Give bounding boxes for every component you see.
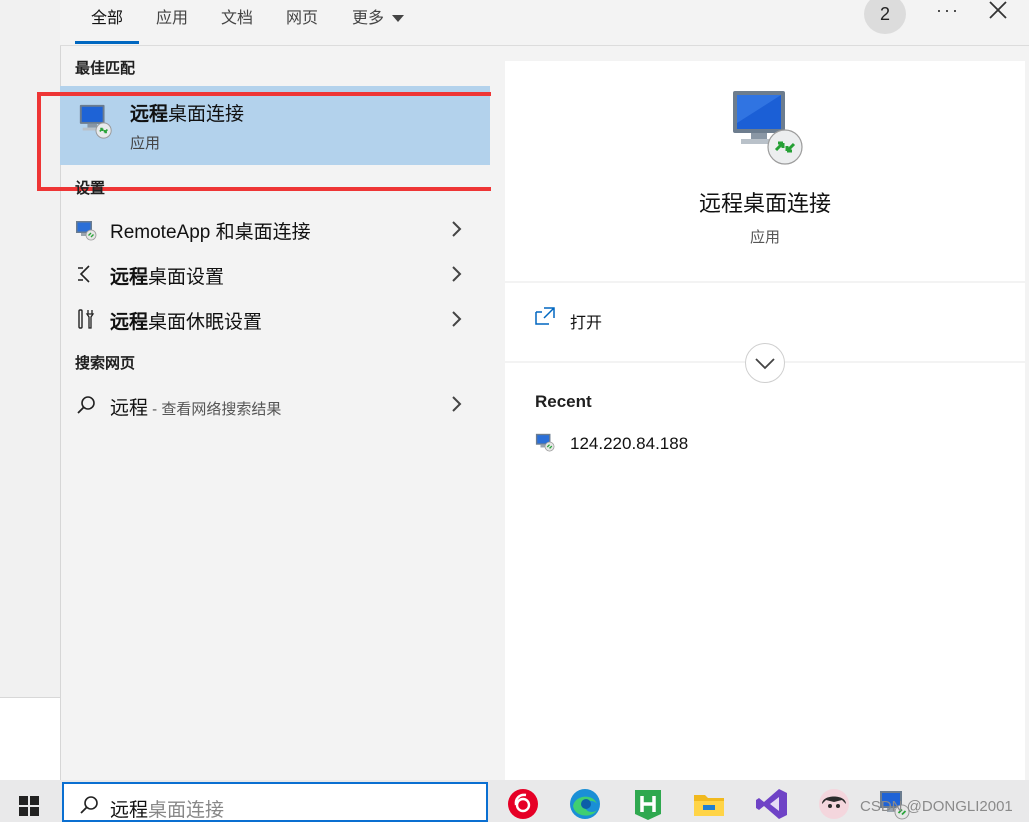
- edge-icon[interactable]: [567, 786, 603, 822]
- settings-item-label-bold: 远程: [110, 312, 149, 333]
- active-tab-indicator: [75, 41, 139, 44]
- tab-apps[interactable]: 应用: [156, 4, 188, 28]
- open-external-icon: [535, 307, 555, 325]
- preview-app-title: 远程桌面连接: [698, 191, 831, 216]
- remote-arrows-icon: [78, 265, 90, 283]
- recent-section: [505, 363, 1025, 780]
- preview-app-type: 应用: [749, 229, 780, 246]
- search-query-text: 远程桌面连接: [110, 795, 224, 822]
- remote-desktop-large-icon: [733, 91, 803, 165]
- avatar-app-icon[interactable]: [816, 786, 852, 822]
- recent-connection-item[interactable]: 124.220.84.188: [570, 434, 688, 454]
- close-x-glyph: [989, 1, 1007, 19]
- ellipsis-icon[interactable]: ···: [936, 0, 960, 21]
- tab-more[interactable]: 更多: [352, 4, 405, 28]
- settings-item-label-rest: 桌面设置: [148, 267, 225, 288]
- settings-item-label: 远程桌面设置: [110, 262, 224, 289]
- chevron-right-icon: [452, 266, 462, 282]
- chevron-right-icon: [452, 221, 462, 237]
- web-search-label: 远程 - 查看网络搜索结果: [110, 393, 281, 420]
- chevron-down-icon: [755, 358, 775, 370]
- windows-start-icon[interactable]: [18, 795, 40, 817]
- netease-music-icon[interactable]: [505, 786, 541, 822]
- close-icon[interactable]: [988, 0, 1008, 25]
- chevron-right-icon: [452, 311, 462, 327]
- tab-documents[interactable]: 文档: [221, 4, 253, 28]
- visual-studio-icon[interactable]: [754, 786, 790, 822]
- hbuilder-icon[interactable]: [630, 786, 666, 822]
- settings-item-label-bold: 远程: [110, 267, 149, 288]
- remoteapp-icon: [76, 221, 97, 241]
- settings-item-label-rest: 桌面休眠设置: [148, 312, 263, 333]
- web-search-query: 远程: [110, 398, 149, 419]
- tab-more-label: 更多: [352, 10, 385, 27]
- web-search-hint: - 查看网络搜索结果: [148, 401, 282, 418]
- tab-all[interactable]: 全部: [91, 4, 123, 28]
- chevron-right-icon: [452, 396, 462, 412]
- highlight-annotation-box: [37, 92, 531, 191]
- caret-down-icon: [392, 14, 405, 22]
- open-action-label: 打开: [570, 315, 603, 332]
- settings-item-label-rest: RemoteApp 和桌面连接: [110, 222, 311, 243]
- search-typed-text: 远程: [110, 800, 149, 821]
- settings-heading: 设置: [75, 180, 106, 197]
- settings-item-label: 远程桌面休眠设置: [110, 307, 262, 334]
- file-explorer-icon[interactable]: [691, 786, 727, 822]
- watermark-text: CSDN @DONGLI2001: [860, 798, 1013, 815]
- web-search-heading: 搜索网页: [75, 355, 136, 372]
- search-icon: [80, 796, 98, 814]
- expand-button[interactable]: [745, 343, 785, 383]
- remote-desktop-small-icon: [535, 433, 555, 452]
- background-window-bottom: [0, 698, 60, 780]
- settings-item-label: RemoteApp 和桌面连接: [110, 217, 311, 244]
- search-autocomplete: 桌面连接: [148, 800, 225, 821]
- wrench-screwdriver-icon: [78, 309, 95, 329]
- best-match-heading: 最佳匹配: [75, 60, 136, 77]
- recent-heading: Recent: [535, 392, 592, 411]
- search-icon: [77, 396, 95, 414]
- tab-web[interactable]: 网页: [286, 4, 318, 28]
